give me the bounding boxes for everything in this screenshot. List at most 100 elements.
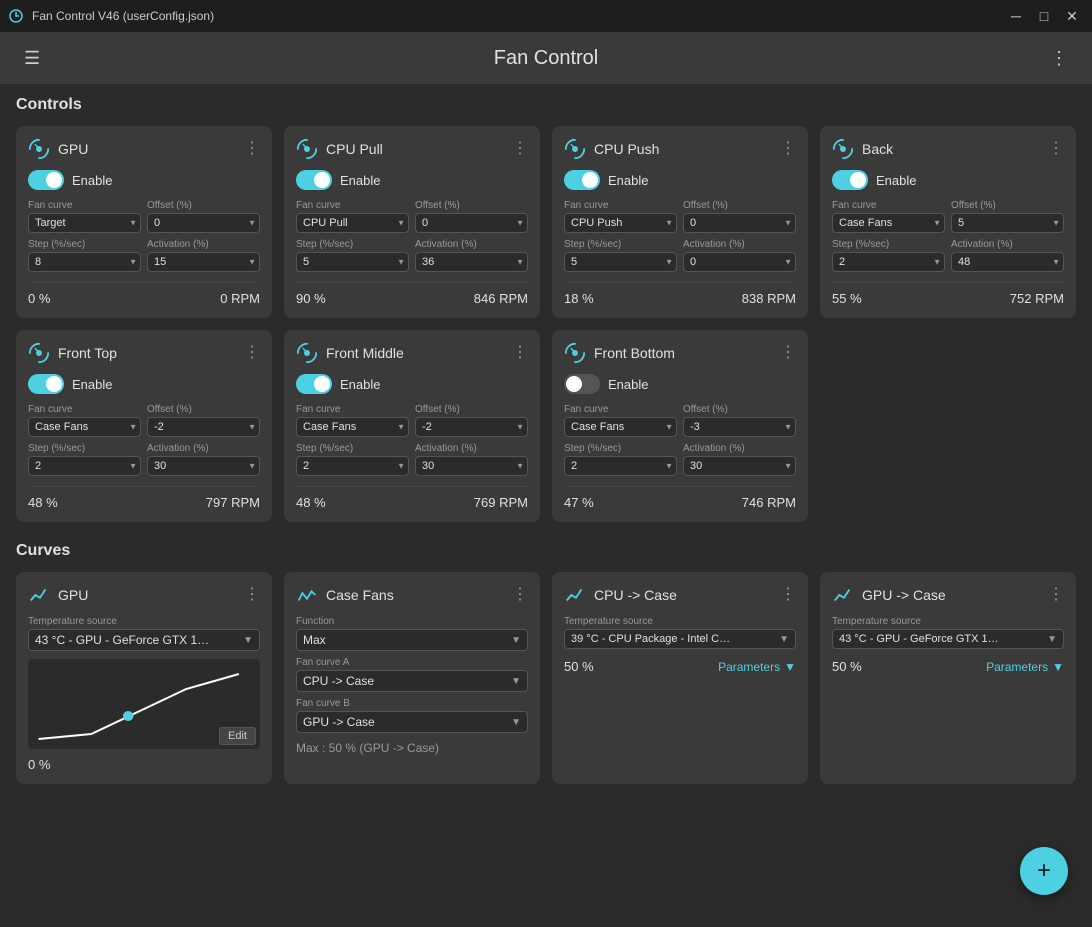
card-footer-gpu: 0 % 0 RPM <box>28 282 260 306</box>
enable-toggle-front-top[interactable] <box>28 374 64 394</box>
card-rpm-gpu: 0 RPM <box>220 291 260 306</box>
offset-select-cpu-push[interactable]: 0 <box>683 213 796 233</box>
curve-card-header-left-cpu-case: CPU -> Case <box>564 584 677 606</box>
curve-card-header-left-case-fans: Case Fans <box>296 584 394 606</box>
card-more-back[interactable]: ⋮ <box>1048 141 1064 157</box>
fields-row-front-middle-2: Step (%/sec) 2 Activation (%) 30 <box>296 443 528 476</box>
step-select-cpu-push[interactable]: 5 <box>564 252 677 272</box>
gauge-icon-cpu-pull <box>296 138 318 160</box>
enable-toggle-gpu[interactable] <box>28 170 64 190</box>
step-group-front-middle: Step (%/sec) 2 <box>296 443 409 476</box>
parameters-button-gpu-case[interactable]: Parameters ▼ <box>986 660 1064 674</box>
header-more-button[interactable]: ⋮ <box>1042 44 1076 73</box>
parameters-button-cpu-case[interactable]: Parameters ▼ <box>718 660 796 674</box>
fields-row-back-2: Step (%/sec) 2 Activation (%) 48 <box>832 239 1064 272</box>
offset-select-back[interactable]: 5 <box>951 213 1064 233</box>
card-more-cpu-pull[interactable]: ⋮ <box>512 141 528 157</box>
activation-select-wrapper-front-middle: 30 <box>415 456 528 476</box>
maximize-button[interactable]: □ <box>1032 4 1056 28</box>
curves-grid: GPU ⋮ Temperature source 43 °C - GPU - G… <box>16 572 1076 784</box>
control-card-cpu-push: CPU Push ⋮ Enable Fan curve CPU Push <box>552 126 808 318</box>
step-select-gpu[interactable]: 8 <box>28 252 141 272</box>
card-title-cpu-push: CPU Push <box>594 141 659 157</box>
step-label-cpu-push: Step (%/sec) <box>564 239 677 250</box>
activation-select-back[interactable]: 48 <box>951 252 1064 272</box>
fan-curve-select-front-bottom[interactable]: Case Fans <box>564 417 677 437</box>
curve-chart-gpu: Edit <box>28 659 260 749</box>
header: ☰ Fan Control ⋮ <box>0 32 1092 84</box>
fields-row-back-1: Fan curve Case Fans Offset (%) 5 <box>832 200 1064 233</box>
card-header-gpu: GPU ⋮ <box>28 138 260 160</box>
step-select-wrapper-cpu-push: 5 <box>564 252 677 272</box>
app-title: Fan Control V46 (userConfig.json) <box>32 9 214 23</box>
enable-toggle-front-bottom[interactable] <box>564 374 600 394</box>
header-title: Fan Control <box>494 47 599 70</box>
activation-select-gpu[interactable]: 15 <box>147 252 260 272</box>
curve-more-cpu-case[interactable]: ⋮ <box>780 587 796 603</box>
activation-select-front-middle[interactable]: 30 <box>415 456 528 476</box>
enable-toggle-cpu-pull[interactable] <box>296 170 332 190</box>
fan-curve-select-gpu[interactable]: Target <box>28 213 141 233</box>
minimize-button[interactable]: ─ <box>1004 4 1028 28</box>
card-header-left-cpu-pull: CPU Pull <box>296 138 383 160</box>
step-select-front-top[interactable]: 2 <box>28 456 141 476</box>
enable-toggle-front-middle[interactable] <box>296 374 332 394</box>
offset-select-front-bottom[interactable]: -3 <box>683 417 796 437</box>
activation-select-front-bottom[interactable]: 30 <box>683 456 796 476</box>
control-card-front-bottom: Front Bottom ⋮ Enable Fan curve Case Fan… <box>552 330 808 522</box>
curve-percent-gpu: 0 % <box>28 757 260 772</box>
step-group-front-top: Step (%/sec) 2 <box>28 443 141 476</box>
activation-select-cpu-push[interactable]: 0 <box>683 252 796 272</box>
close-button[interactable]: ✕ <box>1060 4 1084 28</box>
fan-curve-label-cpu-push: Fan curve <box>564 200 677 211</box>
activation-select-front-top[interactable]: 30 <box>147 456 260 476</box>
edit-curve-gpu-button[interactable]: Edit <box>219 727 256 745</box>
add-fab-button[interactable]: + <box>1020 847 1068 895</box>
enable-toggle-cpu-push[interactable] <box>564 170 600 190</box>
card-more-front-middle[interactable]: ⋮ <box>512 345 528 361</box>
temp-source-value-gpu-case: 43 °C - GPU - GeForce GTX 1060 6GE ▼ <box>832 629 1064 649</box>
enable-label-gpu: Enable <box>72 173 112 188</box>
hamburger-menu-button[interactable]: ☰ <box>16 44 48 73</box>
step-select-back[interactable]: 2 <box>832 252 945 272</box>
curve-card-cpu-case: CPU -> Case ⋮ Temperature source 39 °C -… <box>552 572 808 784</box>
step-select-front-middle[interactable]: 2 <box>296 456 409 476</box>
step-select-cpu-pull[interactable]: 5 <box>296 252 409 272</box>
fan-curve-select-front-middle[interactable]: Case Fans <box>296 417 409 437</box>
card-footer-front-middle: 48 % 769 RPM <box>296 486 528 510</box>
activation-select-cpu-pull[interactable]: 36 <box>415 252 528 272</box>
card-more-gpu[interactable]: ⋮ <box>244 141 260 157</box>
card-rpm-front-middle: 769 RPM <box>474 495 528 510</box>
card-more-front-top[interactable]: ⋮ <box>244 345 260 361</box>
enable-label-cpu-pull: Enable <box>340 173 380 188</box>
card-more-cpu-push[interactable]: ⋮ <box>780 141 796 157</box>
empty-cell <box>820 330 1076 522</box>
enable-label-cpu-push: Enable <box>608 173 648 188</box>
card-percent-cpu-pull: 90 % <box>296 291 326 306</box>
fan-curve-select-back[interactable]: Case Fans <box>832 213 945 233</box>
offset-select-front-top[interactable]: -2 <box>147 417 260 437</box>
step-group-cpu-pull: Step (%/sec) 5 <box>296 239 409 272</box>
enable-toggle-back[interactable] <box>832 170 868 190</box>
card-title-gpu: GPU <box>58 141 88 157</box>
curves-section-title: Curves <box>16 542 1076 560</box>
activation-group-front-top: Activation (%) 30 <box>147 443 260 476</box>
step-select-front-bottom[interactable]: 2 <box>564 456 677 476</box>
card-percent-back: 55 % <box>832 291 862 306</box>
curve-more-gpu[interactable]: ⋮ <box>244 587 260 603</box>
enable-row-back: Enable <box>832 170 1064 190</box>
fan-curve-select-cpu-pull[interactable]: CPU Pull <box>296 213 409 233</box>
fan-curve-group-front-top: Fan curve Case Fans <box>28 404 141 437</box>
fan-curve-select-front-top[interactable]: Case Fans <box>28 417 141 437</box>
curve-card-gpu-case: GPU -> Case ⋮ Temperature source 43 °C -… <box>820 572 1076 784</box>
offset-select-cpu-pull[interactable]: 0 <box>415 213 528 233</box>
enable-row-gpu: Enable <box>28 170 260 190</box>
curve-more-gpu-case[interactable]: ⋮ <box>1048 587 1064 603</box>
curve-more-case-fans[interactable]: ⋮ <box>512 587 528 603</box>
step-group-back: Step (%/sec) 2 <box>832 239 945 272</box>
activation-group-gpu: Activation (%) 15 <box>147 239 260 272</box>
card-more-front-bottom[interactable]: ⋮ <box>780 345 796 361</box>
fan-curve-select-cpu-push[interactable]: CPU Push <box>564 213 677 233</box>
offset-select-gpu[interactable]: 0 <box>147 213 260 233</box>
offset-select-front-middle[interactable]: -2 <box>415 417 528 437</box>
